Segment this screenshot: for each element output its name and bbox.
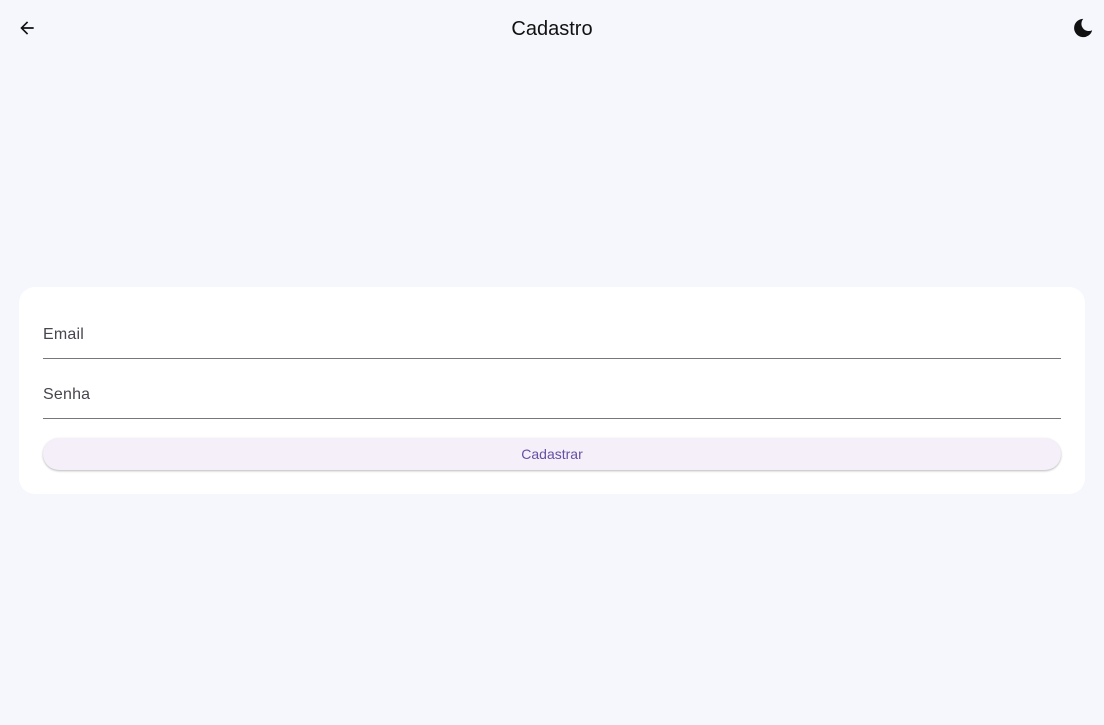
register-card: Email Senha Cadastrar — [19, 287, 1085, 494]
moon-icon — [1074, 18, 1093, 38]
password-field[interactable]: Senha — [43, 378, 1061, 419]
page-title: Cadastro — [511, 18, 593, 40]
password-label: Senha — [43, 386, 91, 403]
register-button[interactable]: Cadastrar — [43, 438, 1061, 470]
app-bar: Cadastro — [0, 0, 1104, 56]
email-field[interactable]: Email — [43, 318, 1061, 359]
email-label: Email — [43, 326, 85, 343]
theme-toggle-button[interactable] — [1068, 13, 1098, 43]
